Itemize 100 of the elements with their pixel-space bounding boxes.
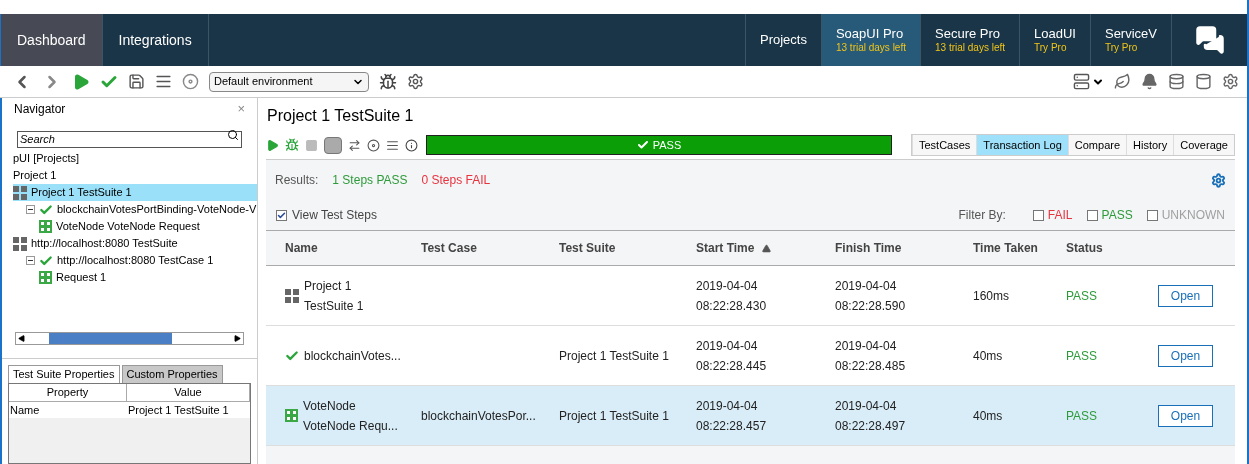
list-icon[interactable] [386,138,399,152]
check-icon [285,348,299,363]
checkbox[interactable] [1146,209,1158,221]
filter-label: Filter By: [958,207,1006,224]
table-cell-text: Name [9,402,41,418]
view-tab[interactable]: TestCases [911,135,977,155]
table-cell-text: 2019-04-04 08:22:28.430 [696,277,768,315]
tree-item[interactable]: blockchainVotesPortBinding-VoteNode-V [39,201,257,218]
run-icon[interactable] [266,138,279,152]
open-button[interactable]: Open [1158,404,1213,427]
info-icon[interactable] [405,138,418,152]
check-icon [39,202,53,217]
column-header[interactable]: Status [1066,239,1103,257]
table-cell-text: Project 1 TestSuite 1 [304,277,364,315]
collapse-icon[interactable] [26,256,35,265]
table-row[interactable]: VoteNode VoteNode Requ... blockchainVotesPor... Project 1 TestSuite 1 2019-04-04 08:22:28.457 2019-04-04 08:22:28.497 40ms PASS Open [266,386,1235,446]
settings-icon[interactable] [1211,172,1226,188]
table-cell-text: Project 1 TestSuite 1 [127,402,230,418]
editor-title: Project 1 TestSuite 1 [267,106,415,126]
request-icon [39,220,52,233]
list-icon[interactable] [155,73,172,90]
panel-title: Navigator [14,101,66,118]
check-icon [39,253,53,268]
table-cell: 40ms [973,408,1003,423]
tree-item[interactable]: VoteNode VoteNode Request [39,218,257,235]
transfer-icon[interactable] [348,138,361,152]
settings-icon[interactable] [1222,73,1239,90]
view-steps-checkbox[interactable]: View Test Steps [276,206,377,224]
environment-dropdown[interactable]: Default environment [209,71,369,92]
pass-count: 1 Steps PASS [332,172,408,189]
leaf-icon[interactable] [1114,73,1131,90]
server-icon[interactable] [1073,73,1090,90]
bug-icon[interactable] [379,72,397,91]
table-cell-text: 2019-04-04 08:22:28.457 [696,397,768,435]
tree-item[interactable]: http://localhost:8080 TestSuite [13,235,257,252]
table-cell-text: 2019-04-04 08:22:28.485 [835,337,907,375]
table-cell: 160ms [973,288,1010,303]
cylinder-icon[interactable] [1195,73,1212,90]
database-icon[interactable] [1168,73,1185,90]
properties-tab[interactable]: Custom Properties [121,365,223,383]
checkbox[interactable] [276,209,287,221]
tree-item[interactable]: pUI [Projects] [13,150,257,167]
column-header: Property [9,384,127,401]
status-text: PASS [1066,408,1098,423]
open-button[interactable]: Open [1158,344,1213,367]
column-header[interactable]: Test Case [421,239,477,257]
properties-tab[interactable]: Test Suite Properties [8,365,120,383]
close-button[interactable]: × [237,99,245,119]
check-icon [636,139,649,151]
save-icon[interactable] [128,73,145,90]
run-icon[interactable] [72,72,90,91]
request-icon [39,271,52,284]
view-tab[interactable]: Transaction Log [976,135,1068,155]
table-cell-text: blockchainVotes... [304,347,401,365]
grid-icon [285,288,299,303]
open-button[interactable]: Open [1158,284,1213,307]
scroll-left-icon[interactable] [18,335,25,342]
view-tab[interactable]: History [1126,135,1174,155]
column-header[interactable]: Test Suite [559,239,616,257]
status-text: PASS [1066,288,1098,303]
column-header[interactable]: Finish Time [835,239,902,257]
nav-tab[interactable]: Dashboard [1,14,103,66]
table-cell-text: 2019-04-04 08:22:28.497 [835,397,907,435]
request-icon [285,409,298,422]
cog-icon[interactable] [407,73,424,90]
status-text: PASS [1066,348,1098,363]
checkbox[interactable] [1086,209,1098,221]
grid-icon [13,185,27,200]
column-header[interactable]: Start Time [696,239,755,257]
collapse-icon[interactable] [26,205,35,214]
notification-icon[interactable] [1141,73,1158,90]
debug-icon[interactable] [285,138,299,152]
table-cell-text: 2019-04-04 08:22:28.590 [835,277,907,315]
tree-item[interactable]: Project 1 [13,167,257,184]
sort-icon [762,243,772,253]
tree-item[interactable]: Project 1 TestSuite 1 [13,184,257,201]
tree-item[interactable]: Request 1 [39,269,257,286]
product-tab[interactable]: LoadUI Try Pro [1019,14,1090,66]
grid-icon [13,236,27,251]
product-tab[interactable]: Secure Pro 13 trial days left [920,14,1020,66]
column-header[interactable]: Time Taken [973,239,1038,257]
table-cell-text: 2019-04-04 08:22:28.445 [696,337,768,375]
horizontal-scrollbar[interactable] [15,332,244,345]
product-tab[interactable]: ServiceV Try Pro [1089,14,1171,66]
tree-item[interactable]: http://localhost:8080 TestCase 1 [39,252,257,269]
filter-checkbox[interactable]: FAIL [1032,206,1073,224]
column-header: Value [127,384,250,401]
fail-count: 0 Steps FAIL [421,172,491,189]
checkbox[interactable] [1032,209,1044,221]
scroll-right-icon[interactable] [234,335,241,342]
nav-tab[interactable]: Integrations [102,14,209,66]
product-tab[interactable]: Projects [745,14,821,66]
product-tab[interactable]: SoapUI Pro 13 trial days left [820,14,920,66]
view-tab[interactable]: Compare [1067,135,1127,155]
view-tab[interactable]: Coverage [1173,135,1234,155]
chat-icon[interactable] [1194,25,1225,55]
table-cell: Project 1 TestSuite 1 [559,348,669,363]
column-header[interactable]: Name [285,239,318,257]
search-field[interactable]: Search [17,130,242,148]
status-bar: PASS [426,135,892,155]
